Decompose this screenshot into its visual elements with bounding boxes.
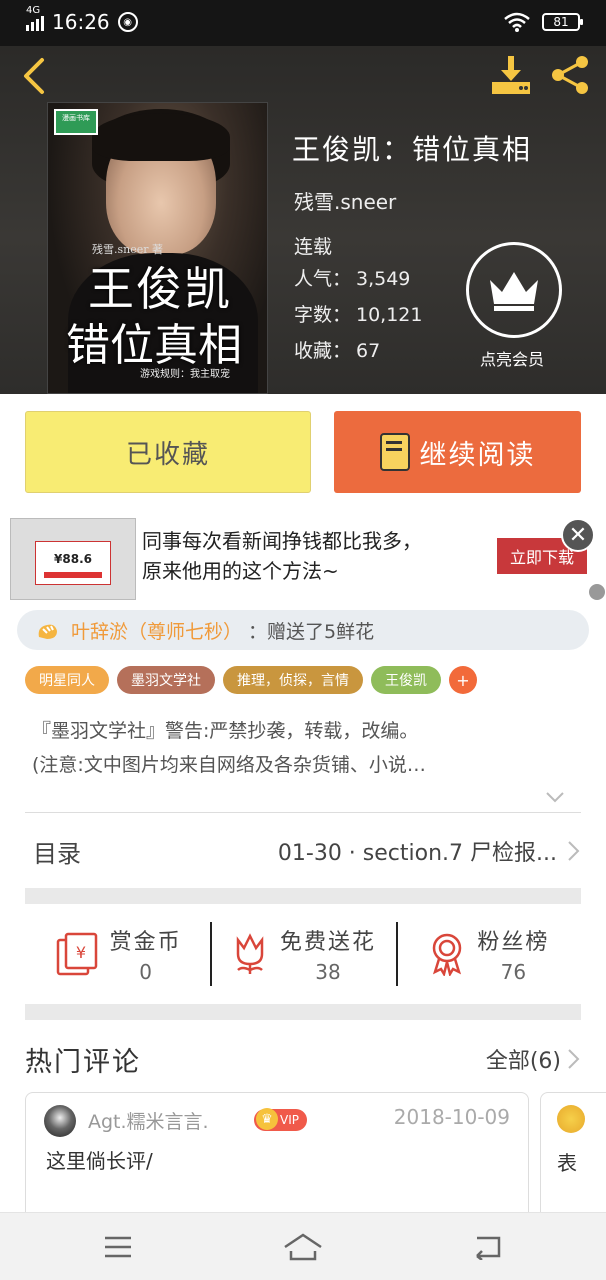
comment-text: 表 [557, 1151, 577, 1175]
reward-fans-button[interactable]: 粉丝榜 76 [395, 904, 581, 1004]
back-button[interactable] [14, 54, 54, 98]
ad-text: 同事每次看新闻挣钱都比我多， 原来他用的这个方法~ [142, 529, 422, 583]
tag-list: 明星同人 墨羽文学社 推理，侦探，言情 王俊凯 + [25, 666, 477, 694]
ad-price: ¥88.6 [35, 541, 111, 585]
chevron-down-icon [546, 792, 564, 803]
flower-outline-icon [236, 933, 264, 974]
gift-sender: 叶辞淤（尊师七秒） [71, 620, 243, 643]
reward-fans-label: 粉丝榜 [477, 930, 550, 955]
book-description: 『墨羽文学社』警告:严禁抄袭，转载，改编。 (注意:文中图片均来自网络及各杂货铺… [32, 720, 426, 776]
reward-flowers-label: 免费送花 [279, 930, 376, 955]
book-header: 漫画书库 残雪.sneer 著 王俊凯 错位真相 游戏规则：我主取宠 王俊凯：错… [0, 46, 606, 394]
comment-card[interactable]: Agt.糯米言言. VIP 2018-10-09 这里倘长评/ [25, 1092, 529, 1222]
notification-icon: ◉ [117, 12, 138, 32]
table-of-contents-row[interactable]: 目录 01-30 · section.7 尸检报... [25, 814, 581, 888]
continue-reading-button[interactable]: 继续阅读 [334, 411, 581, 493]
comment-username: Agt.糯米言言. [88, 1111, 209, 1133]
reward-flowers-count: 38 [315, 960, 341, 984]
book-icon [379, 433, 410, 471]
tag-moyu-society[interactable]: 墨羽文学社 [117, 666, 215, 694]
home-icon [284, 1233, 322, 1261]
book-title: 王俊凯：错位真相 [292, 133, 533, 166]
stat-word-count: 字数10,121 [294, 300, 422, 327]
book-cover[interactable]: 漫画书库 残雪.sneer 著 王俊凯 错位真相 游戏规则：我主取宠 [47, 102, 268, 394]
member-label: 点亮会员 [479, 350, 544, 369]
back-nav-button[interactable] [458, 1227, 518, 1267]
book-author[interactable]: 残雪.sneer [294, 186, 396, 215]
status-bar: 4G 16:26 ◉ 81 [0, 0, 606, 46]
hot-comments-title: 热门评论 [25, 1046, 141, 1078]
stat-favorites: 收藏67 [294, 336, 380, 363]
ad-close-button[interactable]: ✕ [561, 518, 595, 552]
stat-popularity: 人气3,549 [294, 264, 410, 291]
battery-level: 81 [553, 15, 569, 29]
book-status: 连载 [294, 236, 333, 258]
comment-text: 这里倘长评/ [46, 1149, 153, 1173]
share-icon [552, 56, 588, 94]
cover-subtitle: 游戏规则：我主取宠 [140, 369, 230, 380]
comment-date: 2018-10-09 [393, 1105, 510, 1129]
flower-icon [38, 624, 57, 639]
avatar[interactable] [44, 1105, 76, 1137]
all-comments-button[interactable]: 全部(6) [486, 1043, 581, 1075]
reward-coins-label: 赏金币 [109, 930, 182, 955]
signal-icon: 4G [26, 5, 44, 31]
toc-latest-chapter: 01-30 · section.7 尸检报... [277, 841, 557, 866]
ad-info-icon[interactable] [589, 584, 605, 600]
chevron-right-icon [568, 841, 580, 861]
crown-icon [490, 272, 538, 311]
gift-banner[interactable]: 叶辞淤（尊师七秒） ：赠送了5鲜花 [17, 610, 589, 650]
expand-description-button[interactable] [545, 788, 565, 803]
chevron-left-icon [24, 58, 44, 94]
cover-title-line2: 错位真相 [66, 320, 242, 371]
book-details: 叶辞淤（尊师七秒） ：赠送了5鲜花 明星同人 墨羽文学社 推理，侦探，言情 王俊… [0, 602, 606, 1222]
chevron-right-icon [568, 1049, 580, 1069]
member-button[interactable]: 点亮会员 [466, 242, 562, 370]
reward-flowers-button[interactable]: 免费送花 38 [210, 904, 395, 1004]
reward-coins-count: 0 [139, 960, 153, 984]
back-icon [476, 1236, 501, 1260]
battery-icon: 81 [542, 13, 583, 31]
hot-comments-header: 热门评论 全部(6) [25, 1034, 581, 1084]
add-tag-button[interactable]: + [449, 666, 477, 694]
cover-badge: 漫画书库 [54, 109, 98, 135]
close-icon: ✕ [568, 522, 588, 548]
comment-card[interactable]: 表 [540, 1092, 606, 1222]
tag-star-fanfic[interactable]: 明星同人 [25, 666, 109, 694]
tag-wangjunkai[interactable]: 王俊凯 [371, 666, 441, 694]
rewards-row: ¥ 赏金币 0 免费送花 38 粉丝榜 76 [25, 904, 581, 1004]
menu-button[interactable] [88, 1227, 148, 1267]
ad-thumbnail: ¥88.6 [10, 518, 136, 600]
toc-label: 目录 [33, 839, 81, 868]
reward-coins-button[interactable]: ¥ 赏金币 0 [25, 904, 210, 1004]
menu-icon [105, 1236, 131, 1258]
medal-icon [433, 933, 462, 976]
reward-fans-count: 76 [500, 960, 527, 984]
red-envelope-icon: ¥ [56, 932, 97, 976]
download-button[interactable] [488, 52, 534, 98]
share-button[interactable] [548, 52, 594, 98]
continue-reading-label: 继续阅读 [419, 439, 536, 471]
wifi-icon [504, 12, 530, 32]
action-buttons: 已收藏 继续阅读 [0, 394, 606, 512]
avatar[interactable] [557, 1105, 585, 1133]
collected-button[interactable]: 已收藏 [25, 411, 311, 493]
clock: 16:26 [52, 10, 110, 34]
ad-banner[interactable]: ¥88.6 同事每次看新闻挣钱都比我多， 原来他用的这个方法~ 立即下载 [0, 512, 606, 602]
system-nav-bar [0, 1212, 606, 1280]
home-button[interactable] [273, 1227, 333, 1267]
vip-badge: VIP [254, 1108, 307, 1131]
tag-genre[interactable]: 推理，侦探，言情 [223, 666, 363, 694]
gift-message: ：赠送了5鲜花 [248, 620, 375, 643]
svg-text:¥: ¥ [76, 943, 86, 962]
download-icon [492, 56, 530, 94]
